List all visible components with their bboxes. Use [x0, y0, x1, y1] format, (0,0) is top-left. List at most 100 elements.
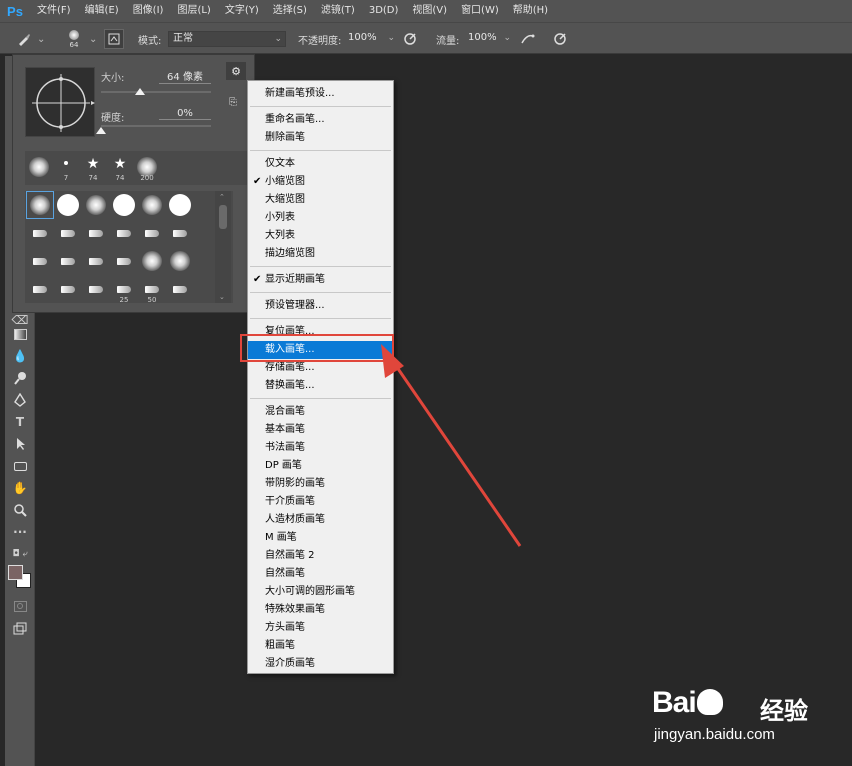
menu-item-6-3[interactable]: DP 画笔 — [248, 457, 393, 475]
chevron-down-icon[interactable]: ⌄ — [37, 23, 45, 55]
menu-item[interactable]: 图像(I) — [126, 0, 171, 22]
menu-item-2-1[interactable]: ✔ 小缩览图 — [248, 173, 393, 191]
menu-item[interactable]: 编辑(E) — [78, 0, 126, 22]
brush-preset-cell[interactable] — [139, 192, 165, 218]
menu-item-3-0[interactable]: ✔ 显示近期画笔 — [248, 271, 393, 289]
pressure-size-icon[interactable] — [550, 29, 570, 49]
menu-item-1-0[interactable]: 重命名画笔... — [248, 111, 393, 129]
brush-preset-cell[interactable] — [26, 191, 54, 219]
menu-item-5-3[interactable]: 替换画笔... — [248, 377, 393, 395]
gradient-tool-icon[interactable] — [5, 324, 35, 344]
brush-preset-cell[interactable] — [83, 248, 109, 274]
brush-preset-cell[interactable] — [167, 248, 193, 274]
menu-item-6-10[interactable]: 大小可调的圆形画笔 — [248, 583, 393, 601]
grid-scrollbar[interactable]: ⌃ ⌄ — [215, 191, 231, 303]
dodge-tool-icon[interactable] — [5, 368, 35, 388]
brush-preset-cell[interactable] — [167, 220, 193, 246]
brush-preset-cell[interactable] — [111, 192, 137, 218]
menu-item-6-8[interactable]: 自然画笔 2 — [248, 547, 393, 565]
hardness-slider-track[interactable] — [101, 125, 211, 127]
brush-settings-toggle-icon[interactable] — [104, 29, 124, 49]
quick-mask-icon[interactable] — [5, 596, 35, 616]
brush-preset-cell[interactable] — [55, 276, 81, 302]
brush-preset-cell[interactable] — [83, 276, 109, 302]
opacity-field[interactable]: 100% ⌄ — [344, 31, 398, 47]
brush-preset-cell[interactable] — [111, 220, 137, 246]
brush-preset-cell[interactable] — [83, 192, 109, 218]
brush-preset-cell[interactable] — [27, 276, 53, 302]
size-value[interactable]: 64 像素 — [159, 68, 211, 84]
more-tools-icon[interactable]: ··· — [5, 522, 35, 542]
recent-brush-cell[interactable]: 200 — [134, 154, 160, 182]
menu-item-6-5[interactable]: 干介质画笔 — [248, 493, 393, 511]
menu-item-2-2[interactable]: 大缩览图 — [248, 191, 393, 209]
brush-preset-cell[interactable] — [167, 192, 193, 218]
menu-item-4-0[interactable]: 预设管理器... — [248, 297, 393, 315]
brush-angle-preview[interactable] — [25, 67, 95, 137]
foreground-color-swatch[interactable] — [8, 565, 23, 580]
brush-preset-cell[interactable] — [167, 276, 193, 302]
brush-preset-cell[interactable] — [139, 220, 165, 246]
menu-item-2-3[interactable]: 小列表 — [248, 209, 393, 227]
menu-item-0-0[interactable]: 新建画笔预设... — [248, 85, 393, 103]
brush-preset-cell[interactable] — [139, 248, 165, 274]
recent-brush-cell[interactable]: 7 — [53, 154, 79, 182]
brush-preset-cell[interactable] — [55, 192, 81, 218]
menu-item[interactable]: 选择(S) — [266, 0, 314, 22]
airbrush-icon[interactable] — [518, 29, 538, 49]
menu-item[interactable]: 视图(V) — [405, 0, 454, 22]
new-preset-icon[interactable]: ⎘ — [229, 97, 237, 108]
menu-item-6-13[interactable]: 粗画笔 — [248, 637, 393, 655]
menu-item[interactable]: 帮助(H) — [506, 0, 555, 22]
pressure-opacity-icon[interactable] — [400, 29, 420, 49]
type-tool-icon[interactable]: T — [5, 412, 35, 432]
swap-colors-icon[interactable]: ◘ ⤶ — [5, 544, 35, 564]
recent-brush-cell[interactable]: ★ 74 — [107, 154, 133, 182]
size-slider-track[interactable] — [101, 91, 211, 93]
menu-item-6-9[interactable]: 自然画笔 — [248, 565, 393, 583]
brush-tool-icon[interactable] — [14, 29, 34, 49]
chevron-down-icon[interactable]: ⌄ — [89, 23, 97, 55]
scrollbar-thumb[interactable] — [219, 205, 227, 229]
menu-item-6-6[interactable]: 人造材质画笔 — [248, 511, 393, 529]
brush-preset-cell[interactable] — [55, 248, 81, 274]
brush-preset-cell[interactable]: 25 — [111, 276, 137, 304]
brush-preset-cell[interactable] — [83, 220, 109, 246]
menu-item[interactable]: 滤镜(T) — [314, 0, 362, 22]
menu-item-6-7[interactable]: M 画笔 — [248, 529, 393, 547]
zoom-tool-icon[interactable] — [5, 500, 35, 520]
menu-item-1-1[interactable]: 删除画笔 — [248, 129, 393, 147]
menu-item-6-12[interactable]: 方头画笔 — [248, 619, 393, 637]
menu-item-2-5[interactable]: 描边缩览图 — [248, 245, 393, 263]
recent-brush-cell[interactable] — [26, 154, 52, 180]
brush-preset-cell[interactable] — [27, 248, 53, 274]
menu-item-6-1[interactable]: 基本画笔 — [248, 421, 393, 439]
brush-preset-cell[interactable] — [55, 220, 81, 246]
menu-item-6-14[interactable]: 湿介质画笔 — [248, 655, 393, 673]
pen-tool-icon[interactable] — [5, 390, 35, 410]
menu-item[interactable]: 文字(Y) — [218, 0, 266, 22]
flow-field[interactable]: 100% ⌄ — [464, 31, 514, 47]
hand-tool-icon[interactable]: ✋ — [5, 478, 35, 498]
menu-item-6-11[interactable]: 特殊效果画笔 — [248, 601, 393, 619]
menu-item[interactable]: 图层(L) — [170, 0, 217, 22]
brush-preset-cell[interactable] — [27, 220, 53, 246]
brush-picker-button[interactable]: 64 — [64, 29, 84, 49]
blur-tool-icon[interactable]: 💧 — [5, 346, 35, 366]
brush-preset-cell[interactable] — [111, 248, 137, 274]
menu-item-2-4[interactable]: 大列表 — [248, 227, 393, 245]
size-slider-thumb[interactable] — [134, 88, 145, 95]
menu-item[interactable]: 文件(F) — [30, 0, 78, 22]
recent-brush-cell[interactable]: ★ 74 — [80, 154, 106, 182]
brush-preset-cell[interactable]: 50 — [139, 276, 165, 304]
menu-item-6-0[interactable]: 混合画笔 — [248, 403, 393, 421]
gear-icon[interactable]: ⚙ — [226, 62, 246, 80]
menu-item-6-4[interactable]: 带阴影的画笔 — [248, 475, 393, 493]
rectangle-tool-icon[interactable] — [5, 456, 35, 476]
hardness-slider-thumb[interactable] — [96, 127, 106, 134]
hardness-value[interactable]: 0% — [159, 108, 211, 120]
menu-item-2-0[interactable]: 仅文本 — [248, 155, 393, 173]
menu-item[interactable]: 3D(D) — [362, 0, 406, 22]
path-selection-tool-icon[interactable] — [5, 434, 35, 454]
menu-item-6-2[interactable]: 书法画笔 — [248, 439, 393, 457]
